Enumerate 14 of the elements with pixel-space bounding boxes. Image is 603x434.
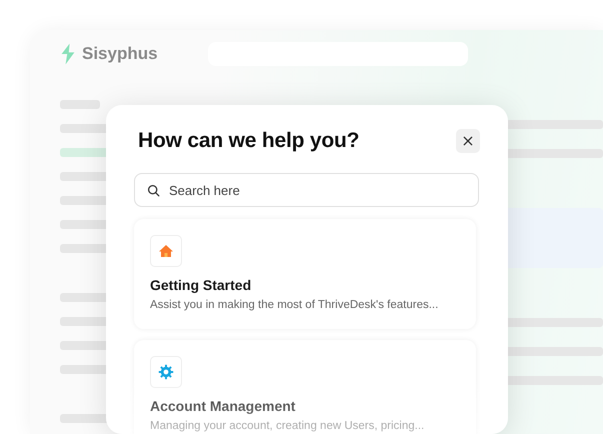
topic-title: Getting Started <box>150 277 252 293</box>
topic-card[interactable]: Account Management Managing your account, creating new Users, pricing... <box>134 340 476 434</box>
topic-description: Managing your account, creating new Users, pricing... <box>150 420 426 432</box>
logo-text: Sisyphus <box>82 44 158 64</box>
topic-title: Account Management <box>150 398 296 414</box>
house-icon <box>150 235 182 267</box>
search-field[interactable]: Search here <box>134 173 479 207</box>
logo-icon <box>60 43 76 65</box>
close-button[interactable]: × <box>456 129 480 153</box>
search-icon <box>147 184 160 197</box>
gear-icon <box>150 356 182 388</box>
topic-card[interactable]: Getting Started Assist you in making the most of ThriveDesk's features... <box>134 219 476 329</box>
dialog-title: How can we help you? <box>138 129 360 153</box>
topic-description: Assist you in making the most of ThriveDesk's features... <box>150 299 440 311</box>
